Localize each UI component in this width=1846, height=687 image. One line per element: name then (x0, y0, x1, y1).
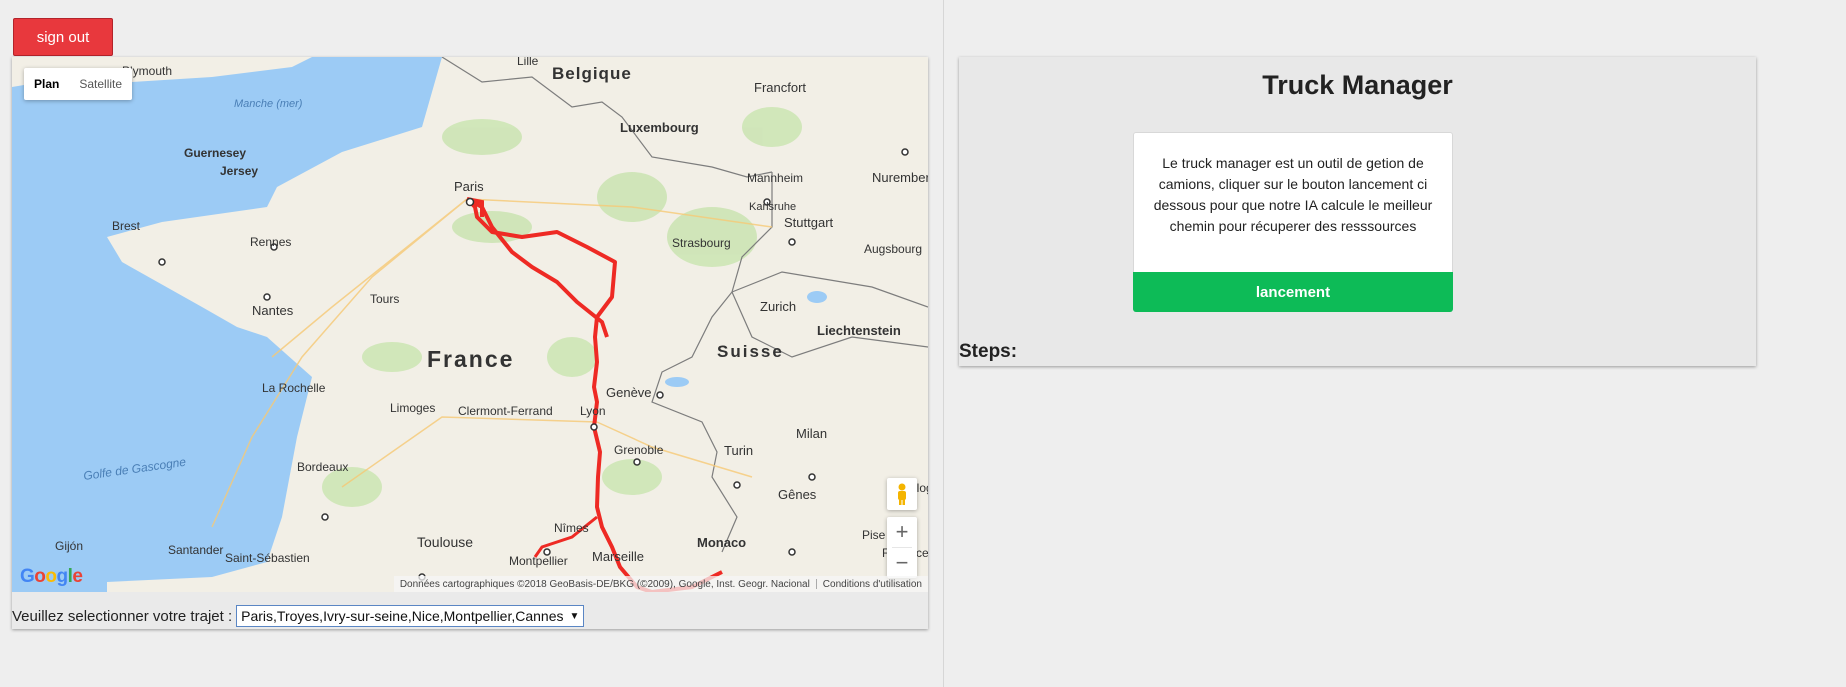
label-saint-sebastien: Saint-Sébastien (225, 551, 310, 565)
label-frankfort: Francfort (754, 80, 806, 95)
label-lille: Lille (517, 57, 539, 68)
label-pise: Pise (862, 528, 886, 542)
label-milan: Milan (796, 426, 827, 441)
label-nuremberg: Nuremberg (872, 170, 928, 185)
label-lyon: Lyon (580, 404, 606, 418)
route-select-value: Paris,Troyes,Ivry-sur-seine,Nice,Montpel… (241, 608, 564, 624)
label-augsbourg: Augsbourg (864, 242, 922, 256)
zoom-control: + − (887, 517, 917, 578)
label-belgique: Belgique (552, 64, 632, 83)
launch-button[interactable]: lancement (1133, 272, 1453, 312)
truck-manager-panel: Truck Manager Le truck manager est un ou… (959, 57, 1756, 366)
zoom-in-button[interactable]: + (887, 517, 917, 547)
label-limoges: Limoges (390, 401, 435, 415)
route-map[interactable]: Belgique Lille Francfort Luxembourg Plym… (12, 57, 928, 592)
label-zurich: Zurich (760, 299, 796, 314)
dropdown-arrow-icon: ▼ (569, 610, 580, 622)
label-nantes: Nantes (252, 303, 294, 318)
label-rennes: Rennes (250, 235, 291, 249)
map-canvas: Belgique Lille Francfort Luxembourg Plym… (12, 57, 928, 592)
label-brest: Brest (112, 219, 141, 233)
label-suisse: Suisse (717, 342, 784, 361)
label-turin: Turin (724, 443, 753, 458)
label-nimes: Nîmes (554, 521, 589, 535)
label-manche: Manche (mer) (234, 98, 303, 110)
label-strasbourg: Strasbourg (672, 236, 731, 250)
label-marseille: Marseille (592, 549, 644, 564)
label-santander: Santander (168, 543, 223, 557)
label-la-rochelle: La Rochelle (262, 381, 326, 395)
label-montpellier: Montpellier (509, 554, 568, 568)
zoom-out-button[interactable]: − (887, 548, 917, 578)
label-toulouse: Toulouse (417, 534, 473, 550)
label-tours: Tours (370, 292, 399, 306)
map-type-control: Plan Satellite (24, 68, 133, 100)
route-selector-row: Veuillez selectionner votre trajet : Par… (12, 605, 585, 627)
label-guernesey: Guernesey (184, 146, 246, 160)
street-view-pegman-icon[interactable] (887, 478, 917, 510)
label-mannheim: Mannheim (747, 171, 803, 185)
route-label: Veuillez selectionner votre trajet : (12, 607, 233, 625)
sign-out-button[interactable]: sign out (13, 18, 113, 56)
route-select[interactable]: Paris,Troyes,Ivry-sur-seine,Nice,Montpel… (236, 605, 585, 627)
page-divider (943, 0, 944, 687)
label-jersey: Jersey (220, 164, 258, 178)
map-panel: Belgique Lille Francfort Luxembourg Plym… (12, 57, 928, 629)
card-description: Le truck manager est un outil de getion … (1153, 155, 1433, 234)
attribution-text: Données cartographiques ©2018 GeoBasis-D… (399, 578, 810, 590)
page-title: Truck Manager (1262, 70, 1453, 100)
label-gijon: Gijón (55, 539, 83, 553)
label-genes: Gênes (778, 487, 817, 502)
label-clermont: Clermont-Ferrand (458, 404, 553, 418)
steps-label: Steps: (959, 341, 1018, 362)
label-luxembourg: Luxembourg (620, 120, 699, 135)
label-grenoble: Grenoble (614, 443, 664, 457)
map-type-satellite-button[interactable]: Satellite (69, 68, 132, 100)
label-monaco: Monaco (697, 535, 746, 550)
label-stuttgart: Stuttgart (784, 215, 834, 230)
map-type-plan-button[interactable]: Plan (24, 68, 69, 100)
label-bordeaux: Bordeaux (297, 460, 348, 474)
label-france: France (427, 346, 514, 372)
label-karlsruhe: Karlsruhe (749, 201, 796, 213)
launch-card: Le truck manager est un outil de getion … (1133, 132, 1453, 312)
label-paris: Paris (454, 179, 484, 194)
google-logo: Google (20, 566, 83, 587)
terms-link[interactable]: Conditions d'utilisation (823, 579, 922, 590)
label-geneve: Genève (606, 385, 652, 400)
map-attribution: Données cartographiques ©2018 GeoBasis-D… (393, 576, 928, 592)
label-liechtenstein: Liechtenstein (817, 323, 901, 338)
